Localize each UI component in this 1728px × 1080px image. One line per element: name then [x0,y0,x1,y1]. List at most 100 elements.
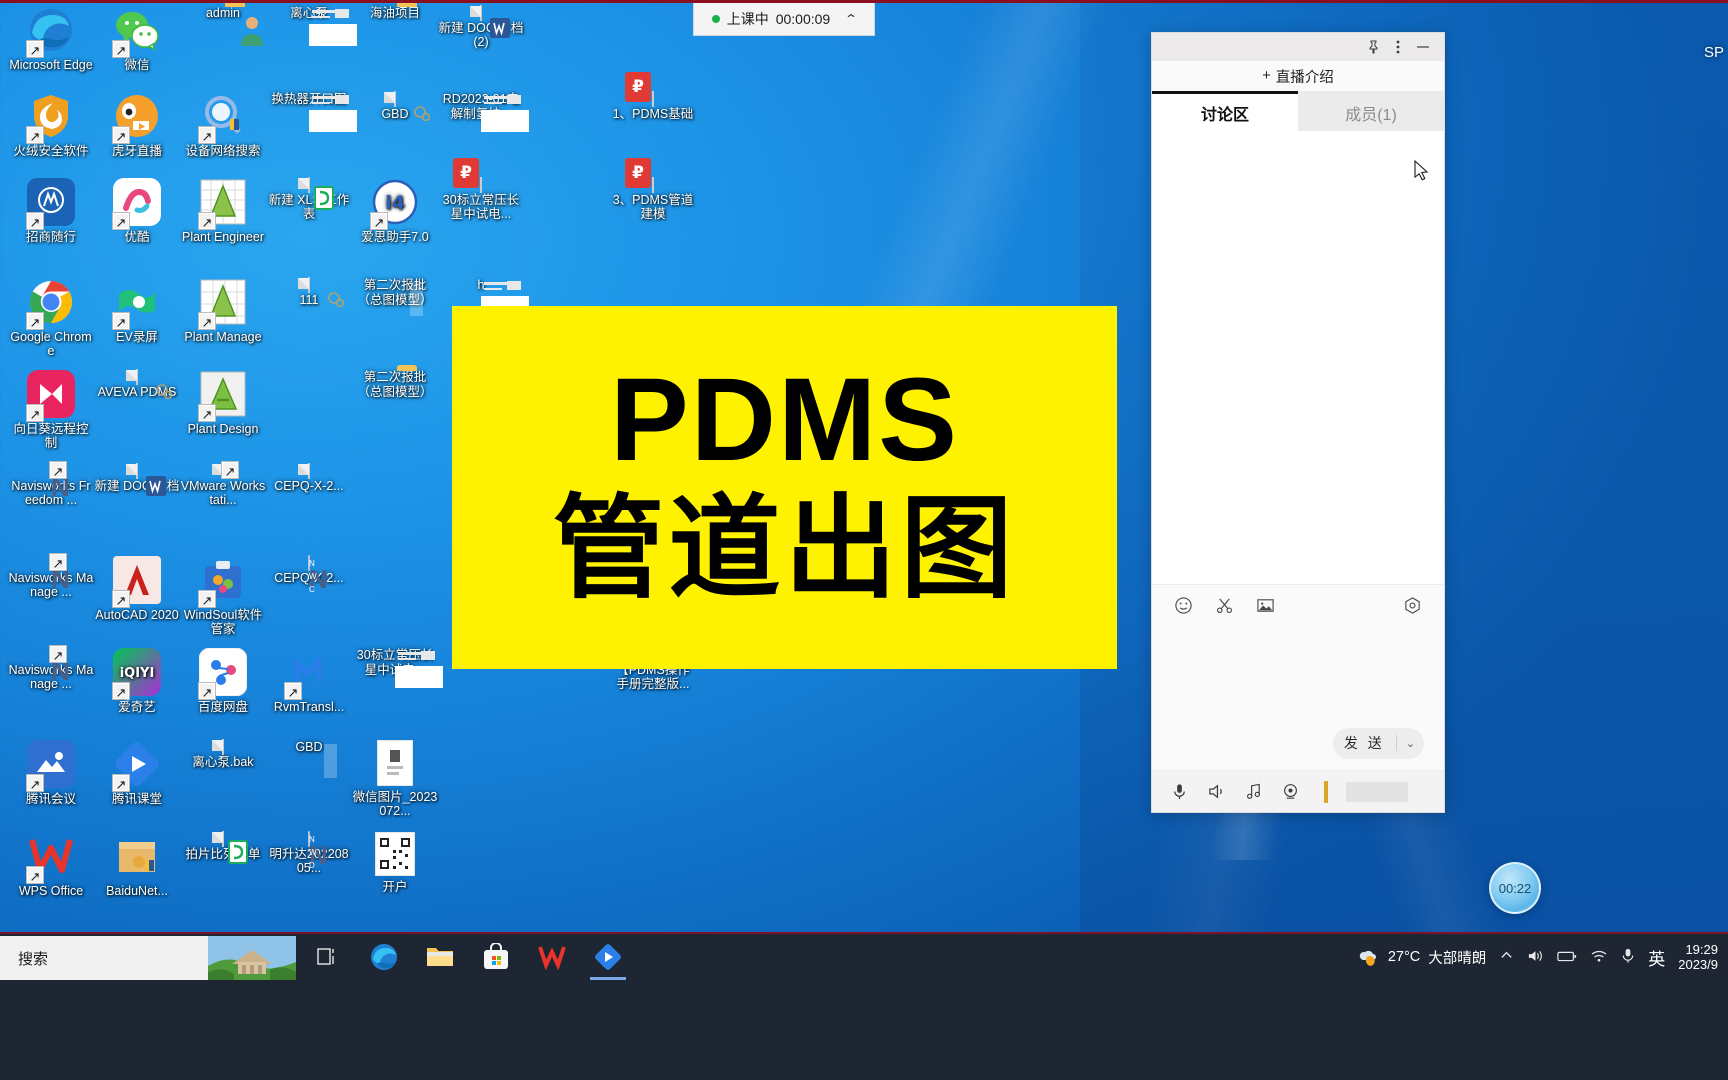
chevron-down-icon[interactable]: ⌄ [1397,737,1424,750]
desktop-icon[interactable]: BaiduNet... [94,832,180,898]
desktop-icon[interactable]: h [438,278,529,318]
desktop-icon[interactable]: 拍片比列清单 [180,831,266,864]
desktop-icon[interactable]: ₽3、PDMS管道建模 [610,158,696,222]
navisworks-freedom-icon: N [50,463,70,502]
desktop-icon-label: 30标立常压长星中试电... [442,192,520,222]
desktop-icon[interactable]: 离心泵 [266,6,357,46]
more-vertical-icon[interactable] [1396,40,1400,54]
taskbar-clock[interactable]: 19:29 2023/9 [1678,942,1718,972]
desktop-icon[interactable]: GBD [352,91,438,122]
desktop-icon[interactable]: Plant Manage [180,278,266,344]
desktop-icon[interactable]: 新建 DOC 文档 [94,463,180,496]
desktop-icon[interactable]: 微信 [94,6,180,72]
desktop-icon[interactable]: AutoCAD 2020 [94,556,180,622]
desktop-icon-label: EV录屏 [116,329,158,344]
volume-icon[interactable] [1527,948,1544,967]
scissors-icon[interactable] [1215,596,1234,615]
desktop-icon[interactable]: NNWD明升达20220805... [266,831,352,876]
desktop-icon[interactable]: 腾讯课堂 [94,740,180,806]
desktop-icon[interactable]: 腾讯会议 [8,740,94,806]
tab-members[interactable]: 成员(1) [1298,91,1444,131]
panel-tabs: 讨论区 成员(1) [1152,91,1444,131]
desktop-icon[interactable]: CEPQ-X-2... [266,463,352,493]
desktop-icon[interactable]: WPS Office [8,832,94,898]
desktop-icon[interactable]: 海油项目 [352,6,438,21]
desktop-icon[interactable]: N Navisworks Manage ... [8,647,94,692]
minimize-icon[interactable] [1416,40,1430,54]
task-view-icon[interactable] [300,934,356,980]
desktop-icon-label: VMware Workstati... [180,478,266,508]
image-icon[interactable] [1256,596,1275,615]
desktop-icon[interactable]: 30标立常压长星中试电... [352,648,443,688]
desktop-icon[interactable]: admin [180,6,266,46]
tab-discussion[interactable]: 讨论区 [1152,94,1298,131]
speaker-icon[interactable] [1207,782,1226,801]
desktop-icon[interactable]: Google Chrome [8,278,94,359]
desktop-icon[interactable]: WindSoul软件管家 [180,556,266,637]
desktop-icon[interactable]: 开户 [352,831,438,894]
desktop-icon[interactable]: 招商随行 [8,178,94,244]
desktop-icon[interactable]: GBD [266,740,352,755]
class-recording-status-bar[interactable]: 上课中 00:00:09 ⌃ [693,3,875,36]
desktop-icon[interactable]: VMware Workstati... [180,463,266,508]
wps-office-icon[interactable] [524,934,580,980]
weather-widget[interactable]: 27°C 大部晴朗 [1356,946,1486,968]
message-input[interactable] [1152,625,1444,716]
desktop-icon[interactable]: 换热器开口图 [266,92,357,132]
desktop-icon[interactable]: 第二次报批（总图模型） [352,370,438,399]
desktop-icon[interactable]: 新建 XLS 工作表 [266,177,352,222]
desktop-icon[interactable]: Microsoft Edge [8,6,94,72]
desktop-icon[interactable]: 111 [266,277,352,308]
ime-indicator[interactable]: 英 [1648,945,1665,970]
desktop-icon[interactable]: NNWCCEPQ-X-2... [266,555,352,594]
tencent-classroom-icon[interactable] [580,934,636,980]
microphone-icon[interactable] [1621,947,1635,967]
send-button[interactable]: 发 送 ⌄ [1332,727,1424,759]
emoji-icon[interactable] [1174,596,1193,615]
desktop-icon[interactable]: 微信图片_2023072... [352,739,438,819]
music-note-icon[interactable] [1244,782,1263,801]
chevron-up-icon[interactable]: ⌃ [844,12,858,26]
desktop-icon[interactable]: 第二次报批（总图模型） [352,278,438,307]
desktop-icon[interactable]: 离心泵.bak [180,739,266,769]
desktop-icon[interactable]: N Navisworks Freedom ... [8,463,94,508]
desktop-icon[interactable]: 虎牙直播 [94,92,180,158]
navisworks-manage-icon: N [50,555,70,594]
desktop-icon-label: 向日葵远程控制 [13,421,89,451]
wifi-icon[interactable] [1590,948,1608,966]
webcam-icon[interactable] [1281,782,1300,801]
desktop-icon[interactable]: RvmTransl... [266,648,352,714]
desktop-icon[interactable]: Plant Design [180,370,266,436]
desktop-icon[interactable]: i4 爱思助手7.0 [352,178,438,244]
pin-icon[interactable] [1367,40,1380,54]
desktop-icon[interactable]: 百度网盘 [180,647,266,714]
taskbar-app-buttons [300,934,636,980]
desktop-icon[interactable]: RD2023-01电解制氢技... [438,92,529,132]
desktop-icon[interactable]: EV录屏 [94,278,180,344]
microsoft-edge-icon[interactable] [356,934,412,980]
volume-slider[interactable] [1346,781,1408,802]
message-list[interactable] [1152,131,1444,584]
chevron-up-icon[interactable] [1499,948,1514,966]
floating-timer-bubble[interactable]: 00:22 [1489,862,1541,914]
settings-hex-icon[interactable] [1403,596,1422,615]
file-explorer-icon[interactable] [412,934,468,980]
desktop-icon-label: 优酷 [124,229,150,244]
desktop-icon[interactable]: 向日葵远程控制 [8,370,94,451]
desktop-icon[interactable]: 优酷 [94,178,180,244]
battery-icon[interactable] [1557,949,1577,966]
desktop-icon[interactable]: 新建 DOC 文档(2) [438,5,524,50]
desktop-icon[interactable]: ₽30标立常压长星中试电... [438,158,524,222]
desktop-icon[interactable]: 设备网络搜索 [180,92,266,158]
desktop-icon[interactable]: ₽1、PDMS基础 [610,72,696,121]
ev-recorder-icon [113,290,161,329]
microphone-icon[interactable] [1170,782,1189,801]
desktop-icon[interactable]: Plant Engineer [180,178,266,244]
desktop-icon[interactable]: iQIYI 爱奇艺 [94,648,180,714]
desktop-icon[interactable]: N Navisworks Manage ... [8,555,94,600]
microsoft-store-icon[interactable] [468,934,524,980]
desktop-icon[interactable]: AVEVA PDMS [94,369,180,400]
clock-time: 19:29 [1685,942,1718,957]
live-intro-link[interactable]: + 直播介绍 [1152,61,1444,91]
desktop-icon[interactable]: 火绒安全软件 [8,92,94,158]
